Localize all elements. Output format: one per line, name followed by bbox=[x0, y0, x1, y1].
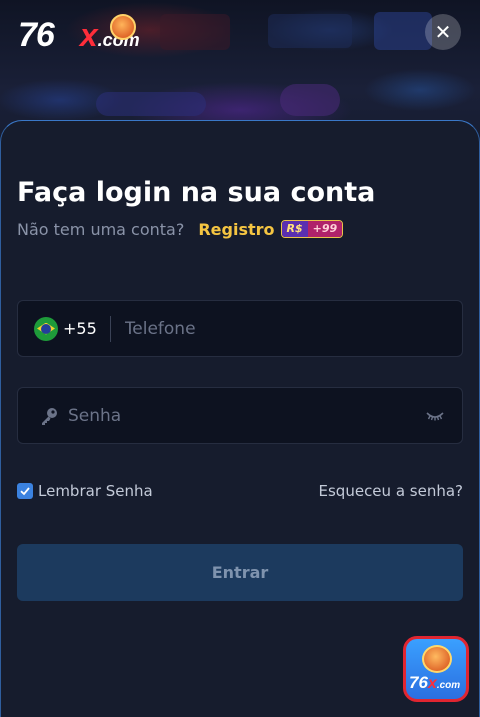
background-shape bbox=[268, 14, 352, 48]
login-button[interactable]: Entrar bbox=[17, 544, 463, 601]
bonus-badge: R$ +99 bbox=[280, 220, 344, 238]
floating-logo-domain: .com bbox=[436, 680, 461, 691]
phone-input[interactable] bbox=[124, 301, 462, 356]
country-code[interactable]: +55 bbox=[63, 319, 97, 338]
site-logo[interactable]: 76 x .com bbox=[18, 14, 140, 54]
remember-row: Lembrar Senha Esqueceu a senha? bbox=[17, 481, 463, 501]
brazil-flag-icon[interactable] bbox=[34, 316, 58, 341]
password-input[interactable] bbox=[68, 388, 424, 443]
background-shape bbox=[280, 84, 340, 116]
mascot-icon bbox=[422, 645, 452, 673]
background-shape bbox=[374, 12, 432, 50]
close-icon: ✕ bbox=[434, 20, 452, 44]
background-shape bbox=[160, 14, 230, 50]
background-shape bbox=[96, 92, 206, 116]
logo-x: x bbox=[79, 17, 98, 53]
floating-logo-x: x bbox=[427, 675, 437, 692]
close-button[interactable]: ✕ bbox=[425, 14, 461, 50]
login-sheet: Faça login na sua conta Não tem uma cont… bbox=[0, 120, 480, 717]
eye-closed-icon[interactable] bbox=[424, 405, 446, 427]
remember-label: Lembrar Senha bbox=[38, 482, 153, 500]
page-title: Faça login na sua conta bbox=[17, 177, 376, 208]
phone-field: +55 bbox=[17, 300, 463, 357]
password-field bbox=[17, 387, 463, 444]
register-link[interactable]: Registro bbox=[198, 220, 274, 239]
signup-prompt-text: Não tem uma conta? bbox=[17, 219, 185, 239]
logo-number: 76 bbox=[18, 16, 55, 54]
bonus-amount: +99 bbox=[307, 221, 343, 237]
checkbox-checked-icon[interactable] bbox=[17, 483, 33, 499]
signup-prompt: Não tem uma conta? Registro R$ +99 bbox=[17, 218, 344, 240]
bonus-currency: R$ bbox=[281, 221, 308, 237]
remember-checkbox[interactable]: Lembrar Senha bbox=[17, 482, 153, 500]
floating-logo-number: 76 bbox=[409, 673, 428, 692]
divider bbox=[109, 315, 111, 342]
mascot-icon bbox=[110, 14, 136, 40]
floating-app-button[interactable]: 76 x .com bbox=[403, 636, 469, 702]
key-icon bbox=[38, 405, 60, 427]
forgot-password-link[interactable]: Esqueceu a senha? bbox=[319, 482, 463, 500]
floating-app-logo: 76 x .com bbox=[409, 673, 465, 693]
